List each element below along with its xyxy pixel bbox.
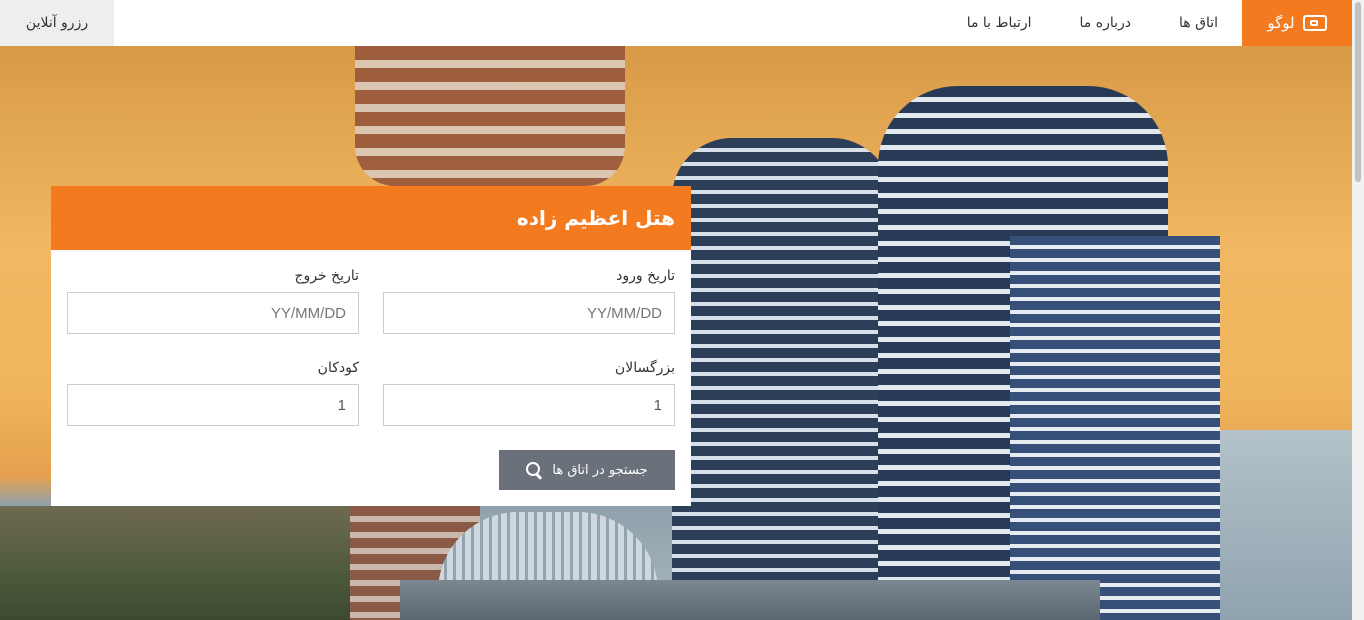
nav-link-contact[interactable]: ارتباط با ما (943, 15, 1056, 31)
online-booking-button[interactable]: رزرو آنلاین (0, 0, 114, 46)
children-input[interactable] (67, 384, 359, 426)
hotel-tower-right (1010, 236, 1220, 620)
nav-link-rooms[interactable]: اتاق ها (1155, 15, 1242, 31)
adults-input[interactable] (383, 384, 675, 426)
nav-links: اتاق ها درباره ما ارتباط با ما (943, 0, 1242, 46)
nav-link-about[interactable]: درباره ما (1056, 15, 1155, 31)
search-rooms-button[interactable]: جستجو در اتاق ها (499, 450, 675, 490)
scrollbar-thumb[interactable] (1355, 2, 1361, 182)
children-label: کودکان (317, 360, 359, 376)
search-button-label: جستجو در اتاق ها (552, 462, 648, 478)
checkout-label: تاریخ خروج (294, 268, 359, 284)
logo-label: لوگو (1267, 14, 1295, 32)
hotel-tower-left (672, 138, 892, 618)
page-scrollbar[interactable] (1352, 0, 1364, 620)
checkin-label: تاریخ ورود (616, 268, 675, 284)
search-icon (526, 462, 542, 478)
checkin-input[interactable] (383, 292, 675, 334)
hotel-title: هتل اعظیم زاده (51, 186, 691, 250)
ground-area (400, 580, 1100, 620)
top-navbar: رزرو آنلاین اتاق ها درباره ما ارتباط با … (0, 0, 1352, 46)
checkout-input[interactable] (67, 292, 359, 334)
logo[interactable]: لوگو (1242, 0, 1352, 46)
adults-label: بزرگسالان (614, 360, 675, 376)
logo-icon (1302, 15, 1327, 31)
tower-under-construction (355, 46, 625, 186)
booking-panel: هتل اعظیم زاده تاریخ ورود تاریخ خروج بزر… (51, 186, 691, 506)
